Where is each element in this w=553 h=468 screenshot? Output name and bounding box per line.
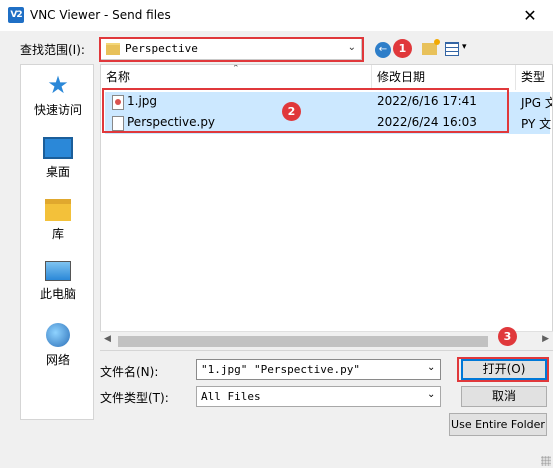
place-quick-access[interactable]: ★ 快速访问 xyxy=(21,73,95,118)
step-badge-2: 2 xyxy=(282,102,301,121)
scroll-left-icon[interactable]: ◀ xyxy=(104,334,111,344)
place-this-pc[interactable]: 此电脑 xyxy=(21,261,95,302)
vnc-app-icon: V2 xyxy=(8,7,24,23)
close-button[interactable]: ✕ xyxy=(507,0,553,31)
step-badge-1: 1 xyxy=(393,39,412,58)
chevron-down-icon[interactable]: ⌄ xyxy=(427,362,435,373)
place-label: 库 xyxy=(51,227,64,241)
highlight-box-1 xyxy=(99,37,364,62)
file-type: JPG 文 xyxy=(521,96,552,110)
place-label: 此电脑 xyxy=(39,287,76,301)
resize-grip-icon[interactable] xyxy=(541,456,551,466)
star-icon: ★ xyxy=(47,71,69,99)
computer-icon xyxy=(45,261,71,281)
window-title: VNC Viewer - Send files xyxy=(30,8,171,22)
filetype-label: 文件类型(T): xyxy=(100,391,169,405)
step-badge-3: 3 xyxy=(498,327,517,346)
place-label: 网络 xyxy=(45,353,70,367)
highlight-box-2 xyxy=(102,88,509,133)
desktop-icon xyxy=(43,137,73,159)
scrollbar-thumb[interactable] xyxy=(118,336,488,347)
new-folder-icon[interactable] xyxy=(422,39,440,55)
column-header-modified[interactable]: 修改日期 xyxy=(372,65,516,90)
title-bar: V2 VNC Viewer - Send files ✕ xyxy=(0,0,553,31)
use-entire-folder-button[interactable]: Use Entire Folder xyxy=(449,413,547,436)
scroll-right-icon[interactable]: ▶ xyxy=(542,334,549,344)
library-icon xyxy=(45,199,71,221)
file-type: PY 文 xyxy=(521,117,552,131)
place-desktop[interactable]: 桌面 xyxy=(21,137,95,180)
view-menu-arrow-icon[interactable]: ▾ xyxy=(462,42,467,52)
chevron-down-icon[interactable]: ⌄ xyxy=(427,389,435,400)
network-icon xyxy=(46,323,70,347)
filename-label: 文件名(N): xyxy=(100,365,159,379)
place-label: 快速访问 xyxy=(33,103,82,117)
view-menu-icon[interactable] xyxy=(445,42,459,56)
place-label: 桌面 xyxy=(45,165,70,179)
cancel-button[interactable]: 取消 xyxy=(461,386,547,407)
place-network[interactable]: 网络 xyxy=(21,323,95,368)
place-library[interactable]: 库 xyxy=(21,199,95,242)
filetype-dropdown[interactable]: All Files xyxy=(196,386,441,407)
column-header-type[interactable]: 类型 xyxy=(516,65,552,90)
lookin-label: 查找范围(I): xyxy=(20,43,85,57)
horizontal-scrollbar[interactable]: ◀ ▶ xyxy=(100,331,553,350)
highlight-box-3 xyxy=(457,357,549,382)
places-bar: ★ 快速访问 桌面 库 此电脑 网络 xyxy=(20,64,94,420)
back-arrow-icon[interactable]: ← xyxy=(375,42,391,58)
filename-input[interactable]: "1.jpg" "Perspective.py" xyxy=(196,359,441,380)
column-header-name[interactable]: 名称 xyxy=(101,65,372,90)
